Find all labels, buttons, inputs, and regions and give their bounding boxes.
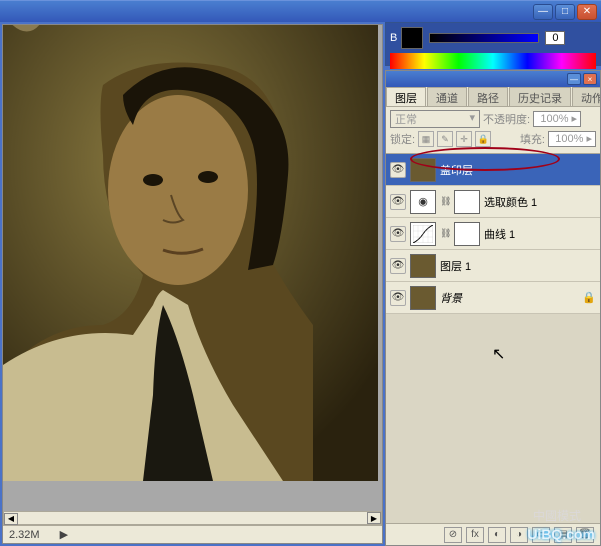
status-doc-size: 2.32M — [9, 529, 40, 541]
link-icon: ⛓ — [440, 228, 450, 239]
layer-name[interactable]: 盖印层 — [440, 162, 596, 178]
color-slider[interactable] — [429, 33, 539, 43]
layer-visibility-toggle[interactable]: 👁 — [390, 162, 406, 178]
panel-close-button[interactable]: × — [583, 73, 597, 85]
color-panel: B 0 — [385, 22, 601, 66]
layer-thumb-adjustment[interactable]: ◉ — [410, 190, 436, 214]
panel-tabs: 图层 通道 路径 历史记录 动作 — [386, 87, 600, 107]
link-layers-button[interactable]: ⊘ — [444, 527, 462, 543]
window-titlebar: — □ ✕ — [0, 0, 601, 22]
delete-layer-button[interactable]: 🗑 — [576, 527, 594, 543]
lock-label: 锁定: — [390, 131, 415, 147]
opacity-label: 不透明度: — [483, 111, 530, 127]
layer-thumb[interactable] — [410, 254, 436, 278]
lock-icon: 🔒 — [582, 291, 596, 304]
layer-visibility-toggle[interactable]: 👁 — [390, 194, 406, 210]
opacity-input[interactable]: 100% ▸ — [533, 111, 581, 127]
layer-name[interactable]: 图层 1 — [440, 258, 596, 274]
canvas-area[interactable]: ◀ ▶ 2.32M ▶ — [2, 24, 383, 544]
status-arrow-icon[interactable]: ▶ — [60, 528, 68, 541]
add-adjustment-button[interactable]: ◑ — [510, 527, 528, 543]
blend-mode-select[interactable]: 正常 ▾ — [390, 110, 480, 128]
photo-content — [3, 25, 378, 481]
channel-b-value: 0 — [545, 31, 565, 45]
layer-list: 👁 盖印层 👁 ◉ ⛓ 选取颜色 1 👁 ⛓ — [386, 154, 600, 523]
panel-footer: ⊘ fx ◐ ◑ ▭ ▤ 🗑 — [386, 523, 600, 545]
fill-label: 填充: — [520, 131, 545, 147]
layer-row-selective-color[interactable]: 👁 ◉ ⛓ 选取颜色 1 — [386, 186, 600, 218]
layer-row-layer1[interactable]: 👁 图层 1 — [386, 250, 600, 282]
scroll-right-arrow[interactable]: ▶ — [367, 512, 381, 524]
layer-visibility-toggle[interactable]: 👁 — [390, 258, 406, 274]
color-spectrum[interactable] — [390, 53, 596, 69]
fill-input[interactable]: 100% ▸ — [548, 131, 596, 147]
tab-actions[interactable]: 动作 — [572, 87, 600, 106]
layer-visibility-toggle[interactable]: 👁 — [390, 290, 406, 306]
layer-fx-button[interactable]: fx — [466, 527, 484, 543]
window-minimize-button[interactable]: — — [533, 4, 553, 20]
scroll-left-arrow[interactable]: ◀ — [4, 513, 18, 525]
canvas-image — [3, 25, 378, 481]
panel-titlebar[interactable]: — × — [386, 71, 600, 87]
layer-thumb[interactable] — [410, 286, 436, 310]
layer-thumb-curves[interactable] — [410, 222, 436, 246]
tab-channels[interactable]: 通道 — [427, 87, 467, 106]
lock-all-button[interactable]: 🔒 — [475, 131, 491, 147]
lock-transparent-button[interactable]: ▦ — [418, 131, 434, 147]
layer-row-background[interactable]: 👁 背景 🔒 — [386, 282, 600, 314]
add-mask-button[interactable]: ◐ — [488, 527, 506, 543]
new-layer-button[interactable]: ▤ — [554, 527, 572, 543]
layer-visibility-toggle[interactable]: 👁 — [390, 226, 406, 242]
new-group-button[interactable]: ▭ — [532, 527, 550, 543]
color-swatch[interactable] — [401, 27, 423, 49]
layer-name[interactable]: 背景 — [440, 290, 578, 306]
layer-thumb[interactable] — [410, 158, 436, 182]
window-maximize-button[interactable]: □ — [555, 4, 575, 20]
layer-name[interactable]: 曲线 1 — [484, 226, 596, 242]
lock-paint-button[interactable]: ✎ — [437, 131, 453, 147]
panel-minimize-button[interactable]: — — [567, 73, 581, 85]
layer-row-stamp[interactable]: 👁 盖印层 — [386, 154, 600, 186]
status-bar: 2.32M ▶ — [3, 525, 382, 543]
lock-move-button[interactable]: ✛ — [456, 131, 472, 147]
tab-history[interactable]: 历史记录 — [509, 87, 571, 106]
layers-panel: — × 图层 通道 路径 历史记录 动作 正常 ▾ 不透明度: 100% ▸ 锁… — [385, 70, 601, 546]
tab-paths[interactable]: 路径 — [468, 87, 508, 106]
layer-controls: 正常 ▾ 不透明度: 100% ▸ 锁定: ▦ ✎ ✛ 🔒 填充: 100% ▸ — [386, 107, 600, 154]
layer-mask-thumb[interactable] — [454, 190, 480, 214]
channel-b-label: B — [390, 32, 397, 44]
layer-row-curves[interactable]: 👁 ⛓ 曲线 1 — [386, 218, 600, 250]
layer-mask-thumb[interactable] — [454, 222, 480, 246]
tab-layers[interactable]: 图层 — [386, 87, 426, 106]
horizontal-scrollbar[interactable]: ◀ ▶ — [3, 511, 382, 525]
link-icon: ⛓ — [440, 196, 450, 207]
window-close-button[interactable]: ✕ — [577, 4, 597, 20]
layer-name[interactable]: 选取颜色 1 — [484, 194, 596, 210]
